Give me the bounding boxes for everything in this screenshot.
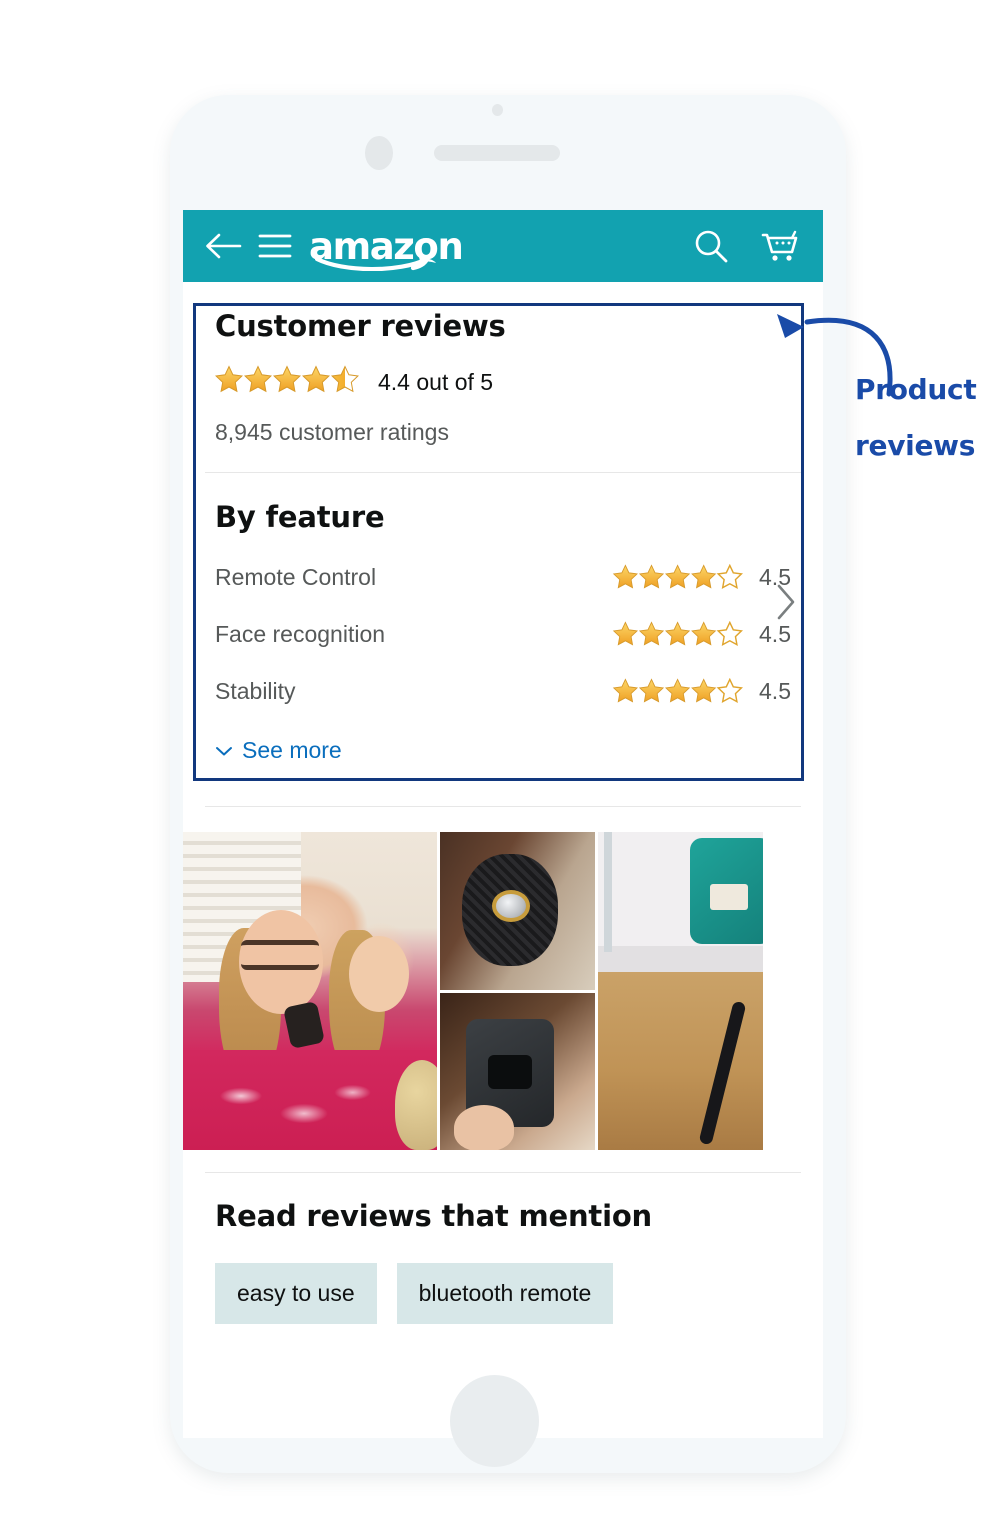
photo-detail	[205, 1068, 385, 1138]
annotation-label-line2: reviews	[855, 429, 976, 462]
card-divider-1	[205, 472, 801, 473]
customer-photo-thumbnail[interactable]	[440, 832, 595, 990]
photo-detail	[488, 1055, 532, 1089]
by-feature-title: By feature	[215, 500, 385, 534]
earpiece-speaker-icon	[434, 145, 560, 161]
feature-row: Stability 4.5	[215, 678, 791, 705]
overall-rating-row[interactable]: 4.4 out of 5	[215, 365, 791, 400]
photo-detail	[454, 1105, 514, 1150]
photos-divider	[205, 806, 801, 807]
feature-name: Face recognition	[215, 621, 386, 647]
photo-detail	[492, 890, 530, 922]
customer-photos-gallery	[183, 832, 823, 1150]
hamburger-menu-icon[interactable]	[255, 226, 295, 266]
photo-detail	[604, 832, 612, 952]
annotation-label-line1: Product	[855, 373, 977, 406]
feature-star-rating	[613, 621, 743, 646]
amazon-logo[interactable]: amazon	[309, 222, 464, 271]
chevron-down-icon	[215, 745, 233, 757]
customer-photo-thumbnail[interactable]	[440, 993, 595, 1150]
mention-chip[interactable]: bluetooth remote	[396, 1263, 614, 1324]
feature-rating: 4.5	[610, 678, 791, 705]
photo-detail	[241, 940, 319, 970]
shopping-cart-icon[interactable]	[757, 226, 801, 266]
phone-top-bezel	[170, 95, 846, 220]
customer-reviews-card: Customer reviews 4.4 out of 5 8,945 cust…	[183, 282, 823, 764]
feature-rating: 4.5	[610, 564, 791, 591]
customer-photo-thumbnail[interactable]	[598, 832, 763, 1150]
feature-row: Remote Control 4.5	[215, 564, 791, 591]
mention-chip[interactable]: easy to use	[215, 1263, 377, 1324]
amazon-smile-swoosh-icon	[315, 256, 436, 271]
app-header-bar: amazon	[183, 210, 823, 282]
photo-detail	[698, 1000, 747, 1146]
search-icon[interactable]	[691, 226, 731, 266]
see-more-link[interactable]: See more	[215, 737, 791, 764]
overall-rating-text: 4.4 out of 5	[378, 369, 494, 395]
photo-detail	[283, 1000, 325, 1050]
back-arrow-icon[interactable]	[203, 226, 243, 266]
front-camera-lens-icon	[365, 136, 393, 170]
feature-star-rating	[613, 678, 743, 703]
mentions-divider	[205, 1172, 801, 1173]
feature-rating: 4.5	[610, 621, 791, 648]
front-camera-dot-icon	[492, 104, 503, 116]
see-more-label: See more	[242, 737, 342, 763]
chevron-right-icon[interactable]	[773, 582, 799, 622]
feature-name: Stability	[215, 678, 296, 704]
feature-star-rating	[613, 564, 743, 589]
overall-star-rating	[215, 365, 361, 400]
mentions-title: Read reviews that mention	[215, 1199, 652, 1233]
home-button[interactable]	[450, 1375, 539, 1467]
feature-row: Face recognition 4.5	[215, 621, 791, 648]
screen-content: Customer reviews 4.4 out of 5 8,945 cust…	[183, 282, 823, 1324]
customer-photo-thumbnail[interactable]	[183, 832, 437, 1150]
phone-screen: amazon Customer reviews 4.4 out of 5 8,9…	[183, 210, 823, 1438]
feature-score: 4.5	[759, 678, 791, 704]
photo-detail	[710, 884, 748, 910]
photo-detail	[395, 1060, 437, 1150]
feature-name: Remote Control	[215, 564, 377, 590]
photo-detail	[598, 946, 763, 972]
photo-detail	[349, 936, 409, 1012]
page-title: Customer reviews	[215, 309, 506, 343]
phone-mockup: amazon Customer reviews 4.4 out of 5 8,9…	[170, 95, 846, 1473]
annotation-label: Product reviews	[855, 362, 1000, 474]
feature-score: 4.5	[759, 621, 791, 647]
mention-chips: easy to use bluetooth remote	[215, 1263, 791, 1324]
ratings-count-text[interactable]: 8,945 customer ratings	[215, 419, 791, 446]
photo-column	[440, 832, 595, 1150]
